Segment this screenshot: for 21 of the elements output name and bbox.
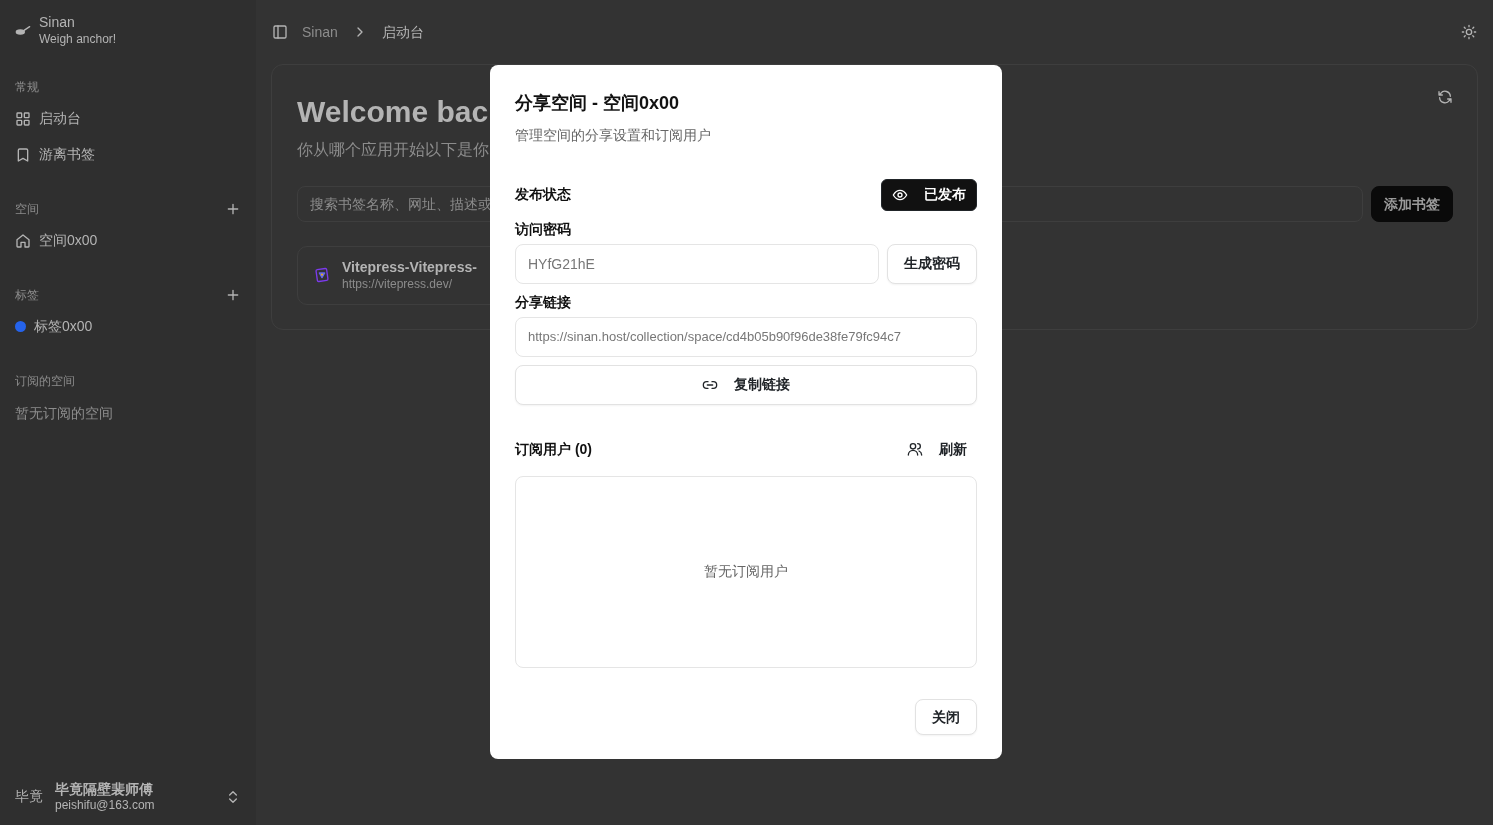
brand-title: Sinan: [39, 14, 76, 32]
brand-subtitle: Weigh anchor!: [39, 31, 117, 47]
section-title: 标签: [15, 286, 39, 304]
section-title: 常规: [15, 78, 39, 96]
welcome-subtitle: 你从哪个应用开始以下是你: [297, 140, 489, 160]
field-label: 访问密码: [515, 219, 572, 239]
user-avatar: 毕竟: [15, 787, 43, 807]
section-title: 空间: [15, 200, 39, 218]
section-title: 订阅的空间: [15, 372, 75, 390]
field-label: 发布状态: [515, 185, 571, 205]
empty-text: 暂无订阅的空间: [15, 403, 114, 423]
welcome-title: Welcome bac: [297, 94, 489, 130]
bookmark-url: https://vitepress.dev/: [342, 276, 454, 292]
subscribers-title: 订阅用户 (0): [515, 439, 592, 459]
dialog-description: 管理空间的分享设置和订阅用户: [515, 125, 712, 145]
user-email: peishifu@163.com: [55, 798, 156, 813]
breadcrumb-item: 启动台: [381, 22, 424, 42]
bookmark-title: Vitepress-Vitepress-: [342, 259, 477, 277]
user-name: 毕竟隔壁裴师傅: [55, 780, 154, 798]
empty-text: 暂无订阅用户: [704, 562, 788, 582]
dialog-title: 分享空间 - 空间0x00: [515, 93, 681, 115]
